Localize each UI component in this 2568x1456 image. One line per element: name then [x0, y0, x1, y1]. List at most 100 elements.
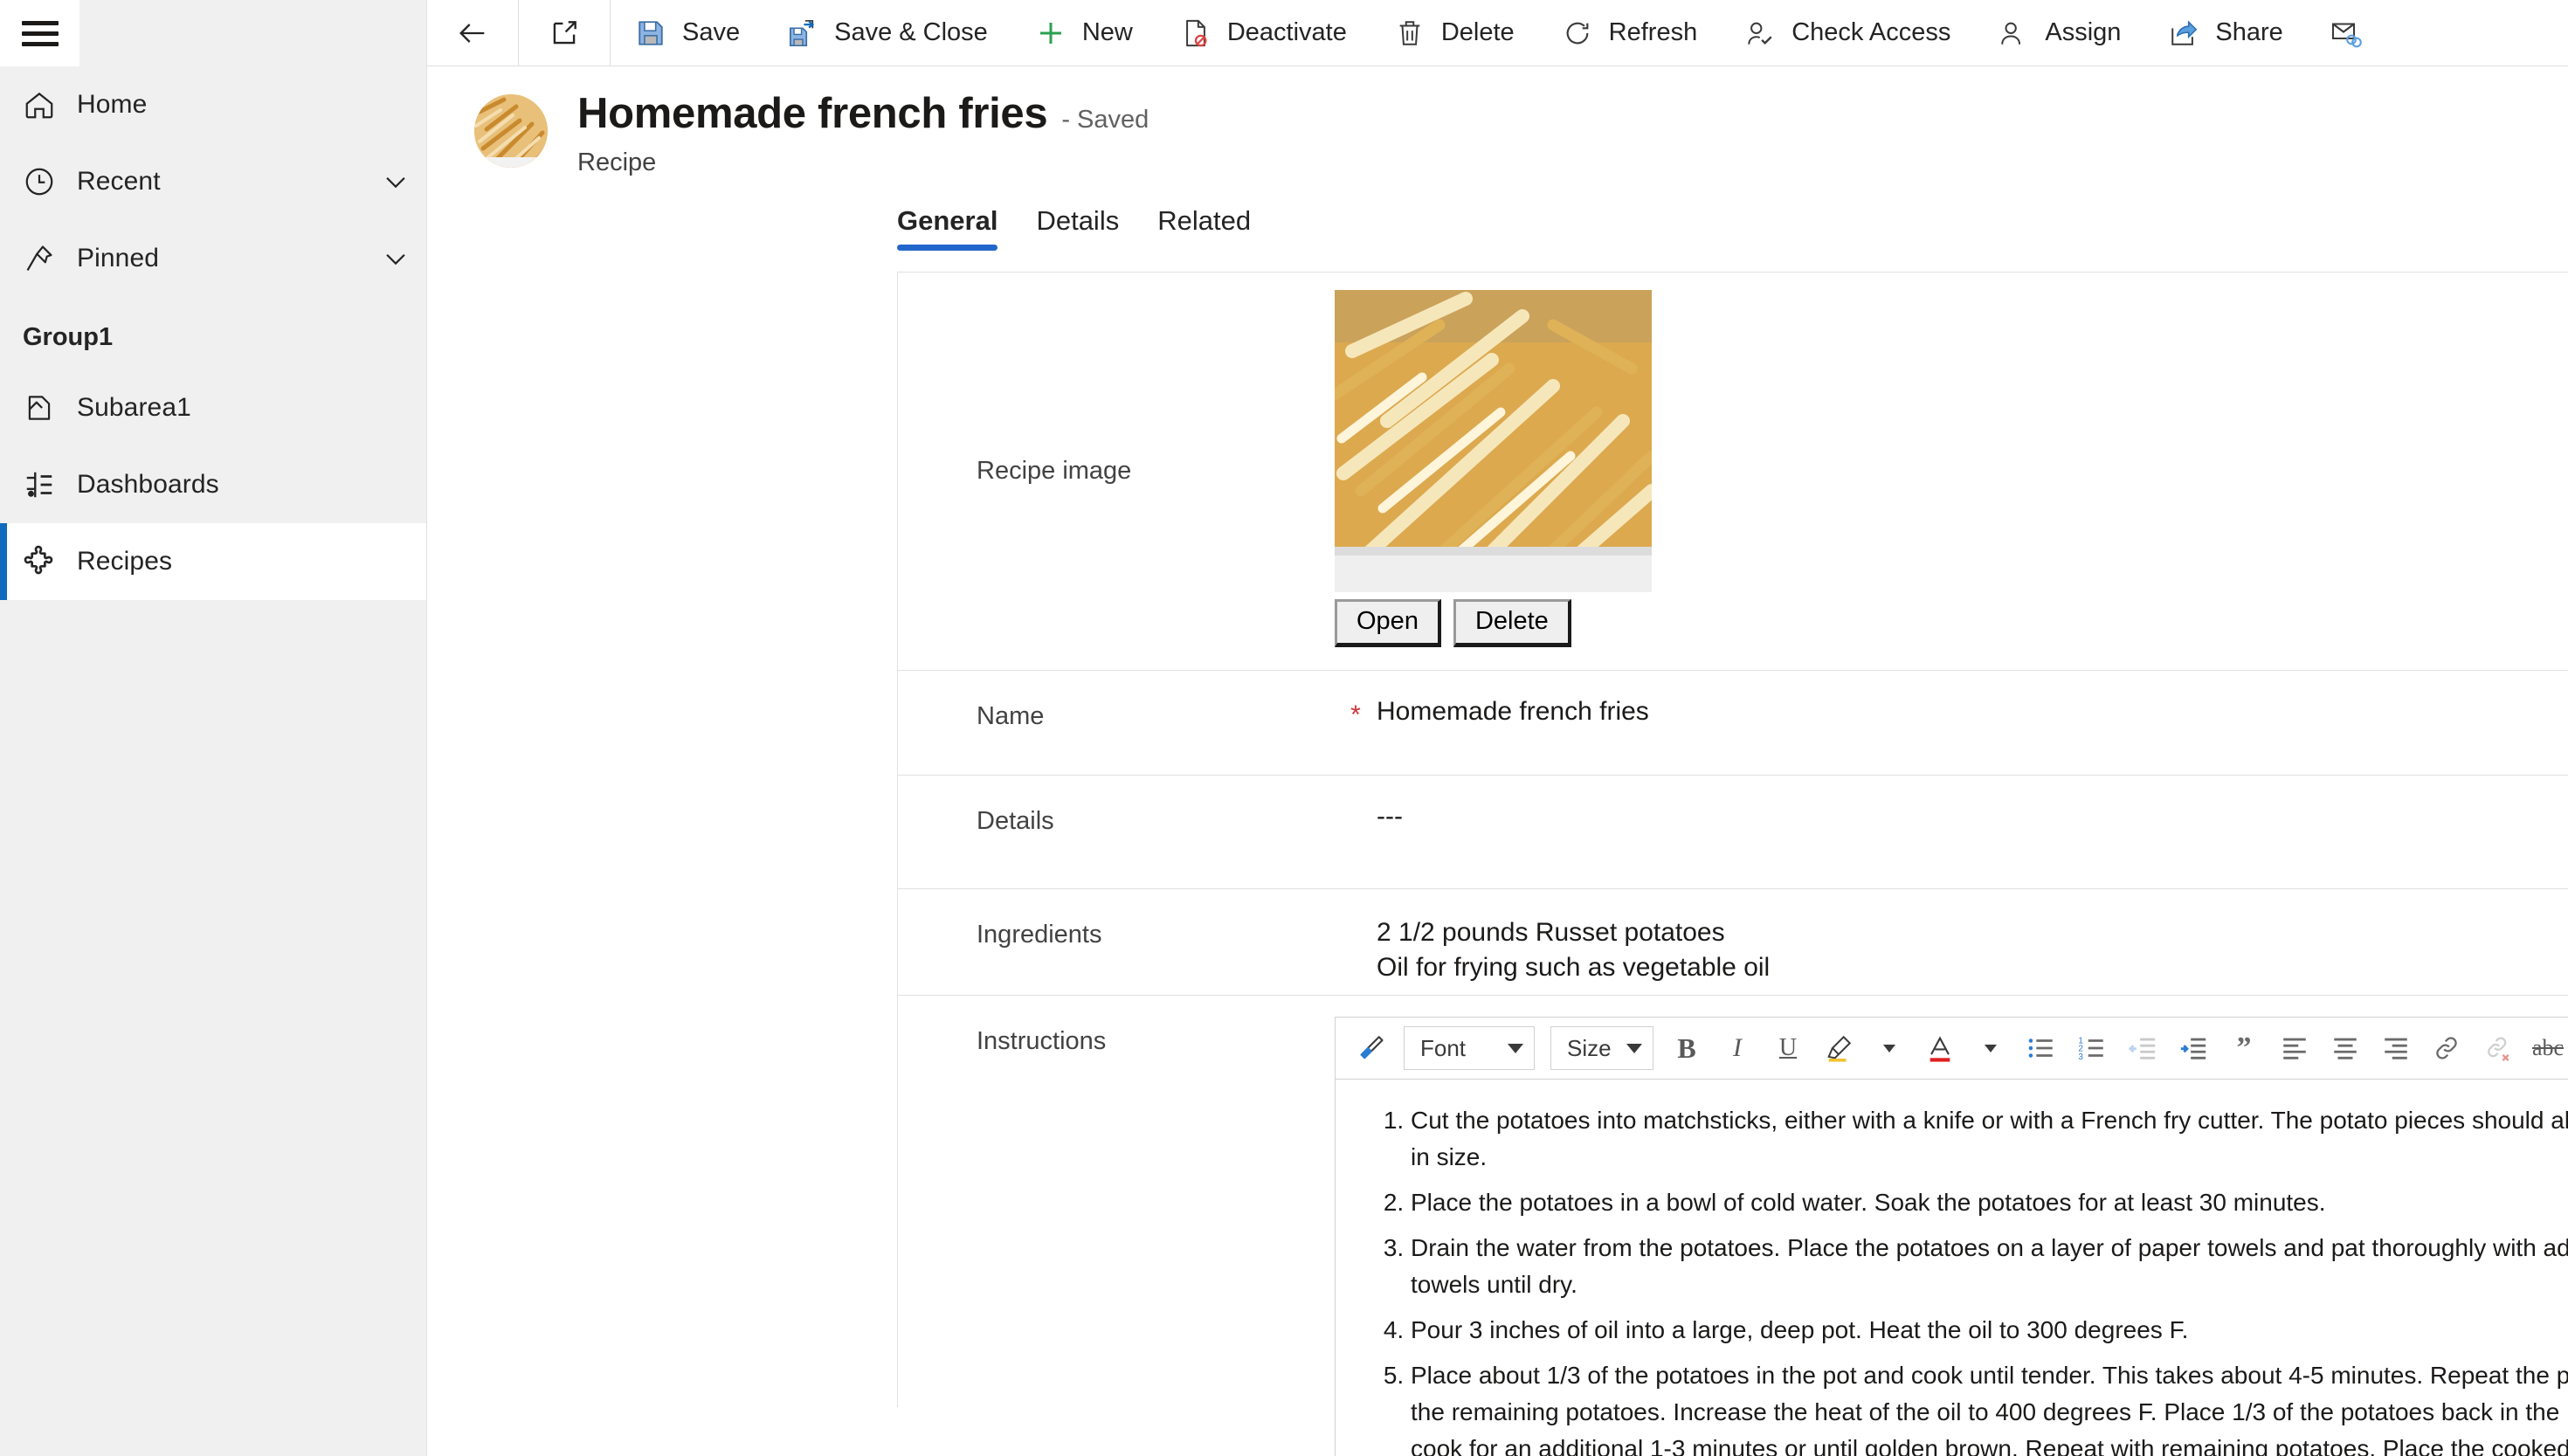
font-color-icon[interactable]	[1916, 1024, 1964, 1073]
decrease-indent-icon[interactable]	[2118, 1024, 2167, 1073]
assign-button[interactable]: Assign	[1973, 0, 2143, 66]
save-label: Save	[682, 18, 741, 46]
font-family-value: Font	[1420, 1034, 1467, 1061]
sidebar: Home Recent Pinned Group1 Subarea1 Dashb…	[0, 0, 427, 1456]
sidebar-item-pinned[interactable]: Pinned	[0, 220, 426, 297]
email-a-link-button[interactable]	[2306, 0, 2400, 66]
name-input[interactable]: Homemade french fries	[1377, 671, 2568, 775]
chevron-down-icon[interactable]	[1865, 1024, 1914, 1073]
sidebar-item-label: Pinned	[77, 244, 160, 273]
refresh-button[interactable]: Refresh	[1537, 0, 1721, 66]
pin-icon	[23, 242, 77, 275]
ingredients-label: Ingredients	[977, 921, 1102, 949]
form-tabs: General Details Related	[427, 205, 2568, 251]
underline-button[interactable]: U	[1764, 1024, 1812, 1073]
recipe-image[interactable]	[1335, 290, 1652, 592]
sidebar-group-header: Group1	[23, 323, 114, 351]
instructions-label: Instructions	[977, 1027, 1107, 1056]
puzzle-icon	[23, 544, 77, 579]
open-in-new-window-button[interactable]	[519, 0, 611, 66]
chevron-down-icon	[1626, 1043, 1642, 1053]
share-button[interactable]: Share	[2143, 0, 2305, 66]
delete-button[interactable]: Delete	[1370, 0, 1537, 66]
list-item: Place about 1/3 of the potatoes in the p…	[1411, 1357, 2568, 1456]
save-status: - Saved	[1061, 106, 1149, 134]
ingredients-input[interactable]: 2 1/2 pounds Russet potatoes Oil for fry…	[1377, 889, 2568, 995]
record-header: Homemade french fries - Saved Recipe	[427, 66, 2568, 177]
tab-related[interactable]: Related	[1138, 205, 1270, 251]
align-right-icon[interactable]	[2371, 1024, 2420, 1073]
plus-icon	[1033, 16, 1068, 51]
clock-icon	[23, 165, 77, 198]
italic-label: I	[1733, 1033, 1742, 1063]
blockquote-icon[interactable]: ”	[2219, 1024, 2268, 1073]
open-image-button[interactable]: Open	[1335, 599, 1441, 648]
details-required-spacer	[1335, 776, 1377, 888]
recipe-image-label: Recipe image	[977, 457, 1132, 486]
new-label: New	[1081, 18, 1133, 46]
deactivate-button[interactable]: Deactivate	[1156, 0, 1370, 66]
page-title: Homemade french fries	[577, 90, 1048, 137]
form-row-ingredients: Ingredients 2 1/2 pounds Russet potatoes…	[898, 889, 2568, 997]
sidebar-item-label: Dashboards	[77, 470, 219, 499]
delete-label: Delete	[1440, 18, 1515, 46]
list-item: Place the potatoes in a bowl of cold wat…	[1411, 1184, 2568, 1221]
dashboard-icon	[23, 468, 77, 501]
sidebar-item-home[interactable]: Home	[0, 66, 426, 143]
sidebar-item-subarea1[interactable]: Subarea1	[0, 369, 426, 446]
bulleted-list-icon[interactable]	[2017, 1024, 2066, 1073]
format-painter-icon[interactable]	[1346, 1024, 1395, 1073]
home-icon	[23, 88, 77, 121]
delete-image-button[interactable]: Delete	[1453, 599, 1571, 648]
deactivate-label: Deactivate	[1226, 18, 1347, 46]
instructions-list: Cut the potatoes into matchsticks, eithe…	[1370, 1102, 2568, 1456]
font-size-select[interactable]: Size	[1550, 1026, 1653, 1071]
app-root: Home Recent Pinned Group1 Subarea1 Dashb…	[0, 0, 2568, 1456]
strikethrough-icon[interactable]: abc	[2523, 1024, 2568, 1073]
list-item: Pour 3 inches of oil into a large, deep …	[1411, 1312, 2568, 1349]
trash-icon	[1392, 16, 1427, 51]
save-icon	[633, 16, 668, 51]
avatar	[474, 94, 548, 168]
page-icon	[23, 391, 77, 424]
hamburger-bars	[21, 15, 59, 52]
align-left-icon[interactable]	[2270, 1024, 2319, 1073]
chevron-down-icon[interactable]	[1966, 1024, 2015, 1073]
sidebar-item-recent[interactable]: Recent	[0, 143, 426, 220]
bold-button[interactable]: B	[1662, 1024, 1711, 1073]
check-access-button[interactable]: Check Access	[1720, 0, 1973, 66]
form-row-name: Name * Homemade french fries	[898, 671, 2568, 776]
details-input[interactable]: ---	[1377, 776, 2568, 888]
highlight-icon[interactable]	[1814, 1024, 1863, 1073]
details-label: Details	[977, 807, 1054, 836]
font-family-select[interactable]: Font	[1404, 1026, 1535, 1071]
instructions-content[interactable]: Cut the potatoes into matchsticks, eithe…	[1335, 1080, 2568, 1456]
bold-label: B	[1677, 1032, 1696, 1064]
save-close-icon	[785, 16, 820, 51]
chevron-down-icon[interactable]	[365, 167, 426, 197]
sidebar-item-label: Subarea1	[77, 393, 191, 422]
sidebar-item-recipes[interactable]: Recipes	[0, 523, 426, 600]
form-row-instructions: Instructions Font Size B I U 1 2 3 ” abc…	[898, 996, 2568, 1456]
increase-indent-icon[interactable]	[2169, 1024, 2218, 1073]
tab-general[interactable]: General	[897, 205, 1017, 251]
chevron-down-icon[interactable]	[365, 244, 426, 273]
hamburger-menu-icon[interactable]	[0, 0, 79, 66]
sidebar-item-label: Recent	[77, 167, 161, 196]
remove-link-icon[interactable]	[2473, 1024, 2522, 1073]
numbered-list-icon[interactable]: 1 2 3	[2068, 1024, 2116, 1073]
save-and-close-button[interactable]: Save & Close	[763, 0, 1011, 66]
save-button[interactable]: Save	[611, 0, 763, 66]
align-center-icon[interactable]	[2321, 1024, 2370, 1073]
share-label: Share	[2215, 18, 2283, 46]
italic-button[interactable]: I	[1713, 1024, 1762, 1073]
entity-name: Recipe	[577, 148, 657, 176]
sidebar-item-label: Home	[77, 90, 148, 119]
sidebar-item-dashboards[interactable]: Dashboards	[0, 446, 426, 523]
share-icon	[2166, 16, 2201, 51]
insert-link-icon[interactable]	[2422, 1024, 2471, 1073]
new-button[interactable]: New	[1011, 0, 1156, 66]
tab-details[interactable]: Details	[1017, 205, 1138, 251]
name-label: Name	[977, 702, 1045, 731]
back-button[interactable]	[427, 0, 519, 66]
